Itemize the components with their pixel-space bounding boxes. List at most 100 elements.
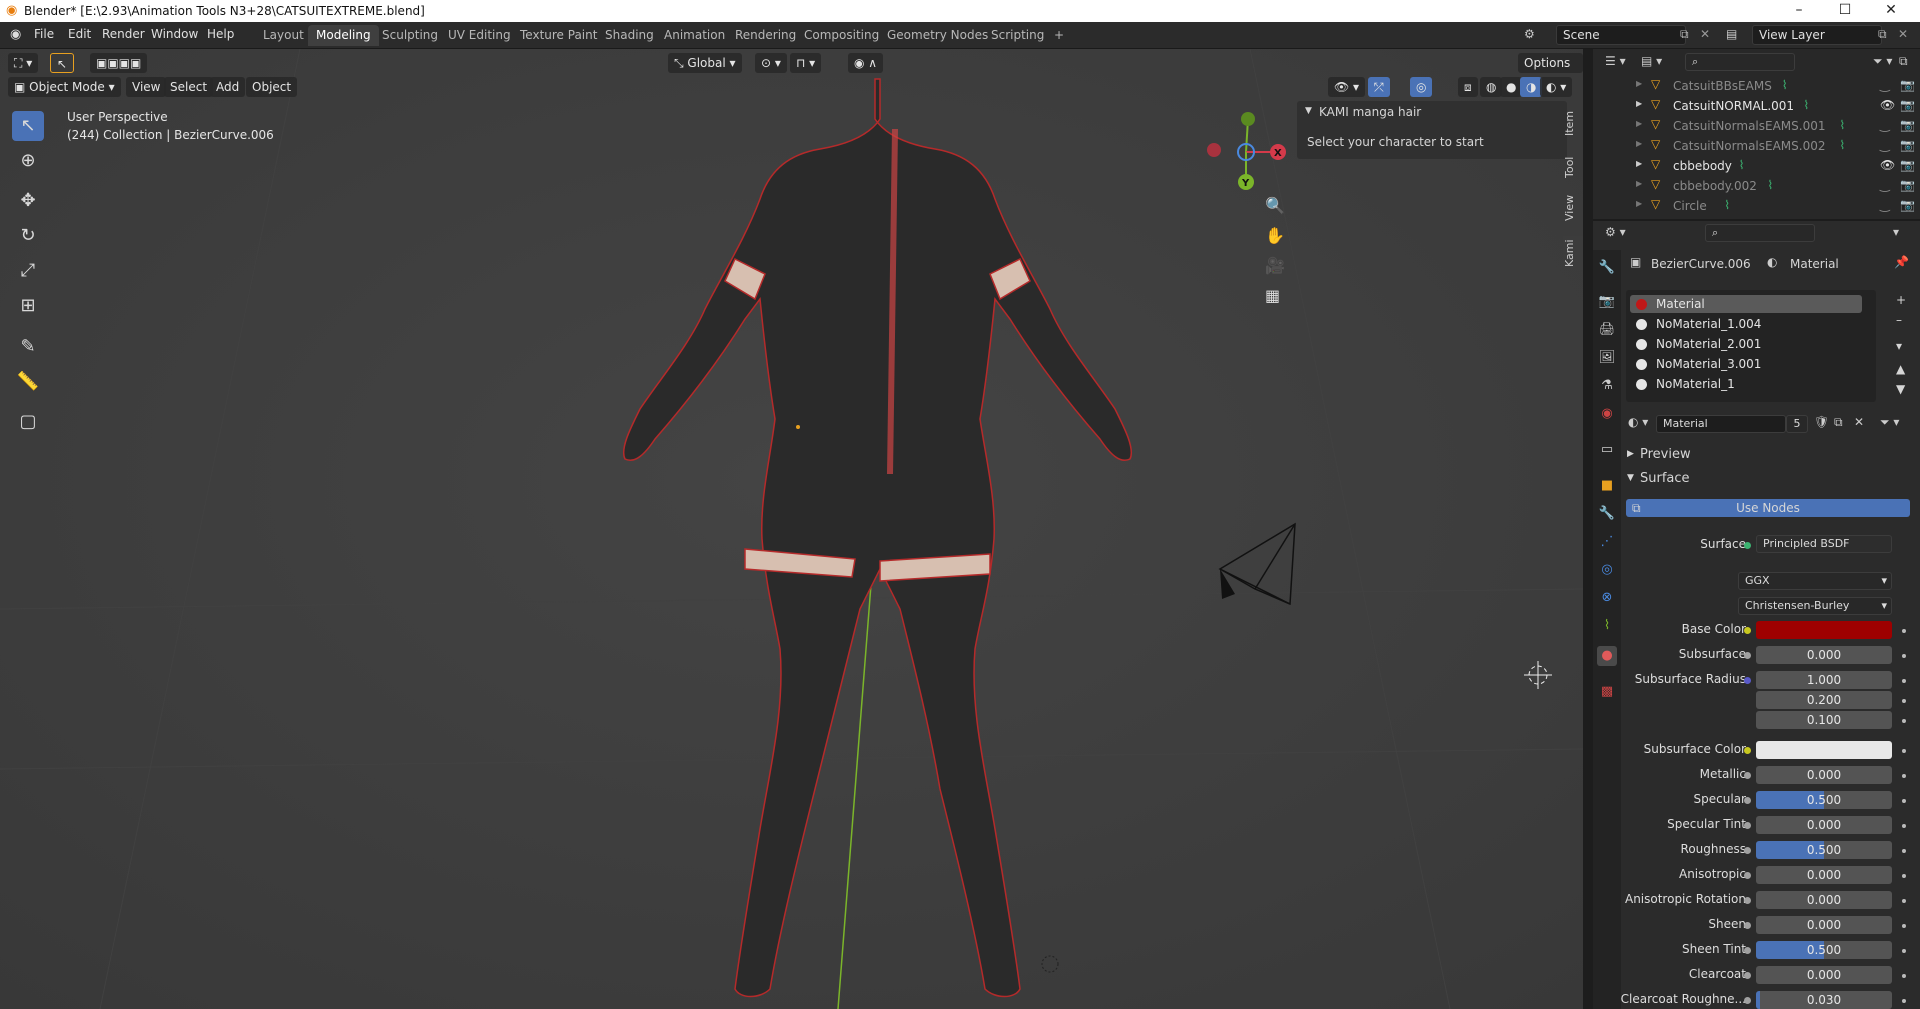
- tab-geometry-nodes[interactable]: Geometry Nodes: [879, 25, 996, 46]
- move-slot-up-icon[interactable]: ▲: [1896, 362, 1905, 376]
- scene-properties-tab-icon[interactable]: ⚗: [1597, 376, 1617, 396]
- move-slot-down-icon[interactable]: ▼: [1896, 382, 1905, 396]
- outliner-display-mode-icon[interactable]: ▤ ▾: [1641, 54, 1662, 68]
- surface-section-header[interactable]: Surface: [1640, 471, 1690, 486]
- value-field[interactable]: 0.030: [1756, 991, 1892, 1009]
- object-properties-tab-icon[interactable]: ■: [1597, 476, 1617, 496]
- rotate-tool-icon[interactable]: ↻: [12, 221, 44, 251]
- expand-arrow-icon[interactable]: ▶: [1636, 159, 1642, 168]
- visibility-eye-icon[interactable]: ‿: [1880, 138, 1890, 152]
- keyframe-dot-icon[interactable]: [1902, 774, 1906, 778]
- preview-expand-icon[interactable]: ▶: [1627, 449, 1634, 459]
- output-properties-tab-icon[interactable]: 🖨: [1597, 320, 1617, 340]
- delete-view-layer-icon[interactable]: ✕: [1898, 27, 1908, 41]
- new-view-layer-icon[interactable]: ⧉: [1878, 27, 1887, 42]
- properties-options-icon[interactable]: ▾: [1893, 225, 1899, 239]
- expand-arrow-icon[interactable]: ▶: [1636, 139, 1642, 148]
- view-layer-icon[interactable]: ▤: [1726, 27, 1737, 41]
- menu-select[interactable]: Select: [164, 77, 214, 97]
- fake-user-icon[interactable]: 🛡: [1814, 415, 1829, 429]
- outliner-row[interactable]: ▶ ▽ Circle ⌇ ‿ 📷: [1593, 196, 1920, 216]
- use-nodes-button[interactable]: ⧉ Use Nodes: [1626, 499, 1910, 517]
- material-slot[interactable]: Material: [1630, 295, 1862, 313]
- material-user-count[interactable]: 5: [1786, 415, 1808, 433]
- distribution-selector[interactable]: GGX ▾: [1738, 572, 1892, 590]
- value-field[interactable]: 0.500: [1756, 941, 1892, 959]
- tab-compositing[interactable]: Compositing: [796, 25, 887, 46]
- snap-icon[interactable]: ⊓ ▾: [790, 53, 822, 73]
- select-box-mode-icon[interactable]: ↖: [50, 53, 75, 73]
- outliner-row[interactable]: ▶ ▽ cbbebody ⌇ 👁 📷: [1593, 156, 1920, 176]
- expand-arrow-icon[interactable]: ▶: [1636, 99, 1642, 108]
- tab-modeling[interactable]: Modeling: [308, 25, 379, 46]
- render-camera-icon[interactable]: 📷: [1900, 138, 1915, 152]
- value-field[interactable]: 0.000: [1756, 916, 1892, 934]
- tab-rendering[interactable]: Rendering: [727, 25, 804, 46]
- tool-properties-tab-icon[interactable]: 🔧: [1597, 258, 1617, 278]
- scale-tool-icon[interactable]: ⤢: [12, 256, 44, 286]
- pin-icon[interactable]: 📌: [1894, 255, 1909, 269]
- visibility-eye-icon[interactable]: ‿: [1880, 178, 1890, 192]
- move-tool-icon[interactable]: ✥: [12, 186, 44, 216]
- preview-section-header[interactable]: Preview: [1640, 447, 1691, 462]
- zoom-icon[interactable]: 🔍: [1265, 196, 1285, 215]
- new-scene-icon[interactable]: ⧉: [1680, 27, 1689, 42]
- cursor-tool-icon[interactable]: ⊕: [12, 146, 44, 176]
- area-divider[interactable]: [1583, 49, 1593, 1009]
- properties-search-input[interactable]: ⌕: [1705, 224, 1815, 242]
- remove-slot-button[interactable]: –: [1896, 313, 1902, 327]
- minimize-button[interactable]: –: [1776, 0, 1822, 22]
- visibility-icon[interactable]: 👁 ▾: [1328, 77, 1366, 97]
- shading-rendered-icon[interactable]: ◐ ▾: [1540, 77, 1573, 97]
- render-camera-icon[interactable]: 📷: [1900, 198, 1915, 212]
- keyframe-dot-icon[interactable]: [1902, 974, 1906, 978]
- input-socket-icon[interactable]: [1744, 847, 1751, 854]
- keyframe-dot-icon[interactable]: [1902, 999, 1906, 1003]
- keyframe-dot-icon[interactable]: [1902, 949, 1906, 953]
- keyframe-dot-icon[interactable]: [1902, 629, 1906, 633]
- menu-file[interactable]: File: [34, 27, 54, 41]
- outliner-item-name[interactable]: CatsuitNormalsEAMS.002: [1673, 139, 1825, 153]
- scene-icon[interactable]: ⚙: [1524, 27, 1535, 41]
- camera-view-icon[interactable]: 🎥: [1265, 256, 1285, 275]
- material-name-field[interactable]: Material: [1656, 415, 1786, 433]
- menu-window[interactable]: Window: [151, 27, 198, 41]
- transform-orientation-selector[interactable]: ⤡ Global ▾: [668, 53, 742, 73]
- input-socket-icon[interactable]: [1744, 922, 1751, 929]
- ortho-grid-icon[interactable]: ▦: [1265, 286, 1280, 305]
- input-socket-icon[interactable]: [1744, 997, 1751, 1004]
- subsurface-method-selector[interactable]: Christensen-Burley ▾: [1738, 597, 1892, 615]
- properties-editor-type-icon[interactable]: ⚙ ▾: [1605, 225, 1626, 239]
- material-slot[interactable]: NoMaterial_1.004: [1630, 315, 1862, 333]
- view-layer-properties-tab-icon[interactable]: 🖼: [1597, 348, 1617, 368]
- sidebar-tab-view[interactable]: View: [1563, 193, 1583, 223]
- measure-tool-icon[interactable]: 📏: [12, 367, 44, 397]
- color-field[interactable]: [1756, 741, 1892, 759]
- expand-arrow-icon[interactable]: ▶: [1636, 199, 1642, 208]
- keyframe-dot-icon[interactable]: [1902, 874, 1906, 878]
- material-slot[interactable]: NoMaterial_2.001: [1630, 335, 1862, 353]
- value-field[interactable]: 0.000: [1756, 966, 1892, 984]
- input-socket-icon[interactable]: [1744, 872, 1751, 879]
- xray-icon[interactable]: ⧈: [1458, 77, 1478, 97]
- input-socket-icon[interactable]: [1744, 822, 1751, 829]
- pivot-point-icon[interactable]: ⊙ ▾: [755, 53, 787, 73]
- options-dropdown[interactable]: Options ▾: [1518, 53, 1583, 90]
- outliner-item-name[interactable]: CatsuitNORMAL.001: [1673, 99, 1794, 113]
- menu-add[interactable]: Add: [210, 77, 246, 97]
- link-options-icon[interactable]: ⏷ ▾: [1880, 415, 1899, 430]
- 3d-viewport[interactable]: [0, 49, 1583, 1009]
- pan-hand-icon[interactable]: ✋: [1265, 226, 1285, 245]
- outliner-search-input[interactable]: ⌕: [1685, 53, 1795, 71]
- input-socket-icon[interactable]: [1744, 627, 1751, 634]
- selection-modes-icon[interactable]: ▣▣▣▣: [90, 53, 148, 73]
- outliner-row[interactable]: ▶ ▽ CatsuitNORMAL.001 ⌇ 👁 📷: [1593, 96, 1920, 116]
- select-tool-icon[interactable]: ↖: [12, 111, 44, 141]
- menu-help[interactable]: Help: [207, 27, 234, 41]
- add-workspace-button[interactable]: +: [1046, 25, 1072, 46]
- keyframe-dot-icon[interactable]: [1902, 749, 1906, 753]
- render-camera-icon[interactable]: 📷: [1900, 158, 1915, 172]
- new-collection-icon[interactable]: ⧉: [1899, 54, 1908, 69]
- slot-specials-icon[interactable]: ▾: [1896, 339, 1902, 353]
- color-field[interactable]: [1756, 621, 1892, 639]
